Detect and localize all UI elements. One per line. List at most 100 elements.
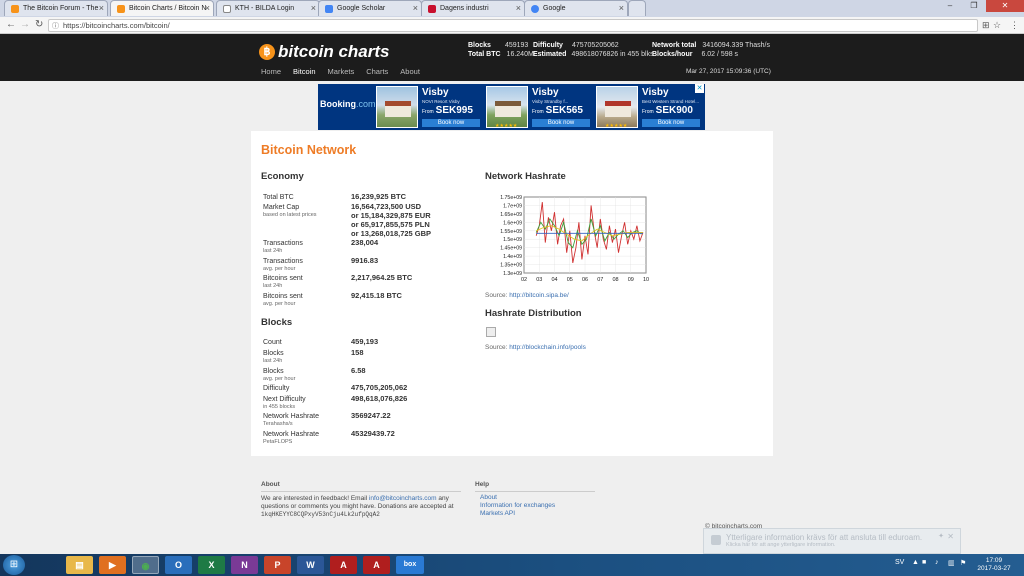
close-icon[interactable]: ✕ — [947, 532, 954, 541]
about-text: questions or comments you might have. Do… — [261, 503, 454, 510]
tab-google[interactable]: Google × — [524, 0, 628, 16]
excel-icon[interactable]: X — [198, 556, 225, 574]
address-bar[interactable]: ⓘ https://bitcoincharts.com/bitcoin/ — [48, 19, 978, 32]
x-tick-label: 02 — [521, 277, 527, 283]
page-info-icon[interactable]: ⓘ — [52, 21, 59, 31]
reload-icon[interactable]: ↻ — [35, 19, 43, 30]
window-close-icon[interactable]: ✕ — [986, 0, 1024, 12]
feedback-email-link[interactable]: info@bitcoincharts.com — [369, 495, 437, 502]
file-explorer-icon[interactable]: ▤ — [66, 556, 93, 574]
system-clock[interactable]: 17:09 2017-03-27 — [974, 557, 1014, 573]
help-link-markets-api[interactable]: Markets API — [480, 510, 515, 518]
tab-google-scholar[interactable]: Google Scholar × — [318, 0, 422, 16]
outlook-icon[interactable]: O — [165, 556, 192, 574]
network-tray-icon[interactable]: ▥ — [948, 559, 955, 567]
close-icon[interactable]: × — [99, 3, 104, 13]
book-now-button[interactable]: Book now — [642, 119, 700, 127]
x-tick-label: 07 — [597, 277, 603, 283]
notification-settings-icon[interactable]: ✦ — [938, 532, 944, 540]
y-tick-label: 1.7e+09 — [503, 203, 522, 209]
nav-home[interactable]: Home — [261, 67, 281, 76]
translate-icon[interactable]: ⊞ — [982, 20, 990, 31]
ad-unit[interactable]: Visby NOVI Resort Visby From SEK995 Book … — [376, 86, 482, 128]
x-tick-label: 08 — [612, 277, 618, 283]
y-tick-label: 1.5e+09 — [503, 237, 522, 243]
help-link-about[interactable]: About — [480, 494, 497, 502]
booking-ad-banner[interactable]: Booking.com Visby NOVI Resort Visby From… — [318, 84, 705, 130]
site-logo[interactable]: ฿ bitcoin charts — [259, 42, 389, 62]
ad-price: From SEK565 — [532, 105, 583, 116]
market-cap-eur: or 15,184,329,875 EUR — [351, 211, 431, 220]
nav-charts[interactable]: Charts — [366, 67, 388, 76]
stat-next-difficulty: Next Difficulty in 455 blocks 498,618,07… — [263, 394, 483, 410]
network-notification-toast[interactable]: Ytterligare information krävs för att an… — [703, 528, 961, 554]
x-tick-label: 04 — [551, 277, 557, 283]
new-tab-button[interactable] — [628, 0, 646, 16]
close-icon[interactable]: × — [413, 3, 418, 13]
book-now-button[interactable]: Book now — [532, 119, 590, 127]
network-content-panel: Bitcoin Network Economy Total BTC 16,239… — [251, 131, 773, 456]
language-indicator[interactable]: SV — [895, 559, 904, 566]
footer-divider — [475, 491, 595, 492]
help-link-exchanges[interactable]: Information for exchanges — [480, 502, 555, 510]
close-icon[interactable]: × — [516, 3, 521, 13]
clock-date: 2017-03-27 — [977, 565, 1011, 572]
powerpoint-icon[interactable]: P — [264, 556, 291, 574]
browser-toolbar: ← → ↻ ⓘ https://bitcoincharts.com/bitcoi… — [0, 17, 1024, 34]
ad-unit[interactable]: ★★★★★ Visby Visby Strandby f... From SEK5… — [486, 86, 592, 129]
media-player-icon[interactable]: ▶ — [99, 556, 126, 574]
stat-label: Blocks — [263, 368, 284, 375]
stat-value: 459,193 — [351, 337, 379, 346]
flag-icon[interactable]: ⚑ — [960, 559, 966, 567]
y-tick-label: 1.45e+09 — [500, 246, 522, 252]
word-icon[interactable]: W — [297, 556, 324, 574]
tab-dagens-industri[interactable]: Dagens industri × — [421, 0, 525, 16]
forward-icon[interactable]: → — [20, 19, 30, 30]
nav-markets[interactable]: Markets — [328, 67, 355, 76]
notification-sub: Klicka här för att ange ytterligare info… — [726, 542, 836, 548]
distribution-source-link[interactable]: http://blockchain.info/pools — [509, 344, 586, 351]
hashrate-source-link[interactable]: http://bitcoin.sipa.be/ — [509, 292, 569, 299]
tab-bitcoin-charts[interactable]: Bitcoin Charts / Bitcoin N × — [110, 0, 214, 16]
close-icon[interactable]: × — [205, 3, 210, 13]
tray-expand-icon[interactable]: ▲ — [912, 559, 919, 566]
nav-about[interactable]: About — [400, 67, 420, 76]
stat-label: Network total — [652, 42, 697, 49]
market-cap-usd: 16,564,723,500 USD — [351, 202, 422, 211]
stat-label: Count — [263, 339, 282, 346]
acrobat-icon[interactable]: A — [330, 556, 357, 574]
ad-price: From SEK995 — [422, 105, 473, 116]
acrobat-reader-icon[interactable]: A — [363, 556, 390, 574]
close-icon[interactable]: × — [619, 3, 624, 13]
x-tick-label: 06 — [582, 277, 588, 283]
bitcoincharts-icon — [117, 5, 125, 13]
tab-kth-bilda[interactable]: KTH - BILDA Login × — [216, 0, 320, 16]
ad-choices-icon[interactable]: ✕ — [695, 84, 704, 93]
tab-bitcoin-forum[interactable]: The Bitcoin Forum - The × — [4, 0, 108, 16]
menu-icon[interactable]: ⋮ — [1010, 20, 1019, 31]
bookmark-star-icon[interactable]: ☆ — [993, 20, 1001, 31]
chrome-icon[interactable]: ◉ — [132, 556, 159, 574]
tray-app-icon[interactable]: ■ — [922, 559, 926, 566]
book-now-button[interactable]: Book now — [422, 119, 480, 127]
onenote-icon[interactable]: N — [231, 556, 258, 574]
speaker-icon[interactable]: ♪ — [935, 559, 939, 566]
ad-title: Visby — [532, 87, 559, 98]
box-icon[interactable]: box — [396, 556, 424, 574]
close-icon[interactable]: × — [311, 3, 316, 13]
back-icon[interactable]: ← — [6, 19, 16, 30]
tab-label: The Bitcoin Forum - The — [23, 5, 99, 12]
footer-about-text: We are interested in feedback! Email inf… — [261, 495, 471, 519]
nav-bitcoin[interactable]: Bitcoin — [293, 67, 316, 76]
tab-label: KTH - BILDA Login — [235, 5, 295, 12]
start-button-icon[interactable]: ⊞ — [3, 555, 25, 575]
maximize-icon[interactable]: ❐ — [962, 0, 986, 12]
stat-value: 6.02 / 598 s — [701, 51, 739, 58]
ad-from: From — [422, 109, 434, 115]
stat-label: Total BTC — [263, 194, 294, 201]
stat-blocks-hour: Blocks avg. per hour 6.58 — [263, 366, 483, 382]
minimize-icon[interactable]: – — [938, 0, 962, 12]
rating-stars-icon: ★★★★★ — [495, 123, 518, 129]
x-tick-label: 05 — [567, 277, 573, 283]
ad-unit[interactable]: ★★★★★ Visby Best Western Strand Hotel...… — [596, 86, 702, 129]
